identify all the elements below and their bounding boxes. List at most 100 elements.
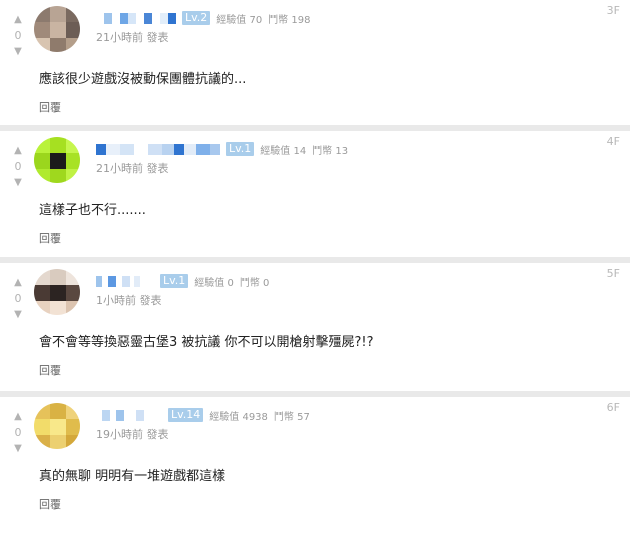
username-block (102, 409, 110, 421)
vote-widget: ▲ 0 ▼ (10, 14, 26, 58)
downvote-icon[interactable]: ▼ (14, 443, 22, 455)
coin-value: 鬥幣 13 (312, 145, 349, 157)
username[interactable] (96, 12, 176, 24)
username-block (120, 12, 128, 24)
post-time: 1小時前 發表 (96, 294, 162, 307)
vote-count: 0 (14, 29, 22, 42)
username-block (156, 409, 162, 421)
avatar-pixel (66, 38, 80, 52)
floor-number: 5F (606, 267, 620, 280)
coin-value: 鬥幣 198 (268, 14, 311, 26)
username-block (96, 143, 106, 155)
avatar-pixel (50, 301, 66, 315)
avatar-pixel (34, 269, 50, 285)
avatar-pixel (50, 269, 66, 285)
avatar-pixel (34, 301, 50, 315)
username-block (168, 12, 176, 24)
avatar-pixel (50, 153, 66, 169)
downvote-icon[interactable]: ▼ (14, 309, 22, 321)
post-time: 19小時前 發表 (96, 428, 169, 441)
reply-link[interactable]: 回覆 (39, 496, 61, 512)
reply-link[interactable]: 回覆 (39, 362, 61, 378)
username-block (122, 275, 130, 287)
avatar[interactable] (34, 6, 80, 52)
post-time: 21小時前 發表 (96, 162, 169, 175)
username-block (106, 143, 120, 155)
avatar-pixel (66, 6, 80, 22)
user-info: Lv.2 經驗值 70 鬥幣 198 (96, 11, 311, 26)
user-info: Lv.1 經驗值 0 鬥幣 0 (96, 274, 270, 289)
avatar-pixel (34, 435, 50, 449)
username-block (128, 12, 136, 24)
post-time: 21小時前 發表 (96, 31, 169, 44)
username[interactable] (96, 275, 154, 287)
avatar-pixel (66, 269, 80, 285)
user-info: Lv.1 經驗值 14 鬥幣 13 (96, 142, 349, 157)
username-block (116, 409, 124, 421)
avatar-pixel (50, 419, 66, 435)
level-badge: Lv.14 (168, 408, 204, 422)
avatar[interactable] (34, 403, 80, 449)
avatar-pixel (34, 6, 50, 22)
avatar-pixel (34, 285, 50, 301)
avatar-pixel (34, 153, 50, 169)
username-block (162, 143, 174, 155)
avatar-pixel (66, 169, 80, 183)
reply-link[interactable]: 回覆 (39, 230, 61, 246)
comment-thread: ▲ 0 ▼ Lv.2 經驗值 70 鬥幣 198 21小時前 發表 3F 應該很… (0, 0, 630, 533)
avatar-pixel (66, 22, 80, 38)
username-block (144, 12, 152, 24)
avatar-pixel (50, 137, 66, 153)
comment-text: 這樣子也不行....... (39, 203, 146, 218)
avatar-pixel (66, 153, 80, 169)
username-block (150, 275, 154, 287)
avatar[interactable] (34, 269, 80, 315)
username-block (210, 143, 220, 155)
comment-3f: ▲ 0 ▼ Lv.2 經驗值 70 鬥幣 198 21小時前 發表 3F 應該很… (0, 0, 630, 125)
avatar-pixel (66, 137, 80, 153)
experience-value: 經驗值 70 (216, 14, 263, 26)
username-block (134, 143, 148, 155)
vote-count: 0 (14, 160, 22, 173)
floor-number: 4F (606, 135, 620, 148)
avatar-pixel (50, 403, 66, 419)
comment-text: 真的無聊 明明有一堆遊戲都這樣 (39, 469, 226, 484)
downvote-icon[interactable]: ▼ (14, 177, 22, 189)
floor-number: 3F (606, 4, 620, 17)
avatar-pixel (50, 169, 66, 183)
upvote-icon[interactable]: ▲ (14, 145, 22, 157)
vote-widget: ▲ 0 ▼ (10, 411, 26, 455)
experience-value: 經驗值 14 (260, 145, 307, 157)
experience-value: 經驗值 0 (194, 277, 234, 289)
username[interactable] (96, 143, 220, 155)
avatar-pixel (50, 6, 66, 22)
vote-count: 0 (14, 426, 22, 439)
reply-link[interactable]: 回覆 (39, 99, 61, 115)
avatar-pixel (66, 403, 80, 419)
level-badge: Lv.1 (226, 142, 255, 156)
avatar-pixel (34, 137, 50, 153)
username-block (136, 409, 144, 421)
upvote-icon[interactable]: ▲ (14, 411, 22, 423)
avatar-pixel (66, 301, 80, 315)
vote-widget: ▲ 0 ▼ (10, 145, 26, 189)
upvote-icon[interactable]: ▲ (14, 14, 22, 26)
username-block (148, 143, 162, 155)
avatar-pixel (34, 22, 50, 38)
avatar[interactable] (34, 137, 80, 183)
username-block (196, 143, 210, 155)
comment-text: 會不會等等換惡靈古堡3 被抗議 你不可以開槍射擊殭屍?!? (39, 335, 374, 350)
avatar-pixel (34, 419, 50, 435)
avatar-pixel (34, 403, 50, 419)
coin-value: 鬥幣 0 (239, 277, 270, 289)
avatar-pixel (66, 435, 80, 449)
vote-widget: ▲ 0 ▼ (10, 277, 26, 321)
username-block (136, 12, 144, 24)
username-block (112, 12, 120, 24)
username-block (184, 143, 196, 155)
downvote-icon[interactable]: ▼ (14, 46, 22, 58)
upvote-icon[interactable]: ▲ (14, 277, 22, 289)
avatar-pixel (50, 38, 66, 52)
username-block (152, 12, 160, 24)
username[interactable] (96, 409, 162, 421)
